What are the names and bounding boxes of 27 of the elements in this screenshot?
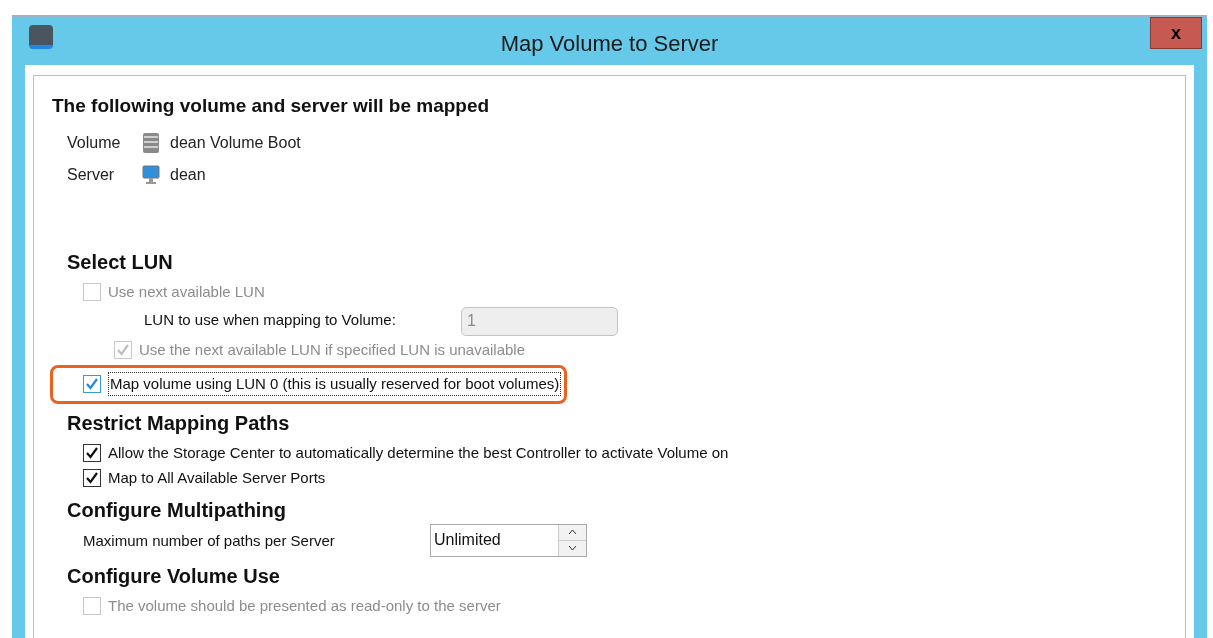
- field-label: LUN to use when mapping to Volume:: [144, 309, 397, 330]
- spinner-field[interactable]: Unlimited: [430, 523, 587, 557]
- checkbox-label: Map volume using LUN 0 (this is usually reserved for boot volumes): [108, 371, 562, 397]
- checkbox[interactable]: [83, 444, 101, 462]
- checkbox[interactable]: [83, 469, 101, 487]
- checkbox-label: The volume should be presented as read-only to the server: [108, 595, 501, 616]
- summary-heading: The following volume and server will be mapped: [52, 94, 491, 118]
- window-title: Map Volume to Server: [500, 30, 719, 58]
- field-label: Maximum number of paths per Server: [83, 530, 336, 551]
- field-label: Volume: [67, 132, 122, 153]
- section-heading: Configure Volume Use: [67, 563, 281, 589]
- checkbox-label: Use the next available LUN if specified LUN is unavailable: [139, 339, 526, 360]
- checkbox-label: Allow the Storage Center to automatically determine the best Controller to activate Volume on: [108, 442, 729, 463]
- field-label: Server: [67, 164, 116, 185]
- checkbox-label: Map to All Available Server Ports: [108, 467, 326, 488]
- spin-up-icon[interactable]: [559, 524, 586, 541]
- checkbox-label: Use next available LUN: [108, 281, 265, 302]
- disk-stack-icon: [142, 131, 160, 154]
- section-heading: Select LUN: [67, 249, 174, 275]
- section-heading: Restrict Mapping Paths: [67, 410, 291, 436]
- checkbox[interactable]: [83, 375, 101, 393]
- monitor-icon: [142, 164, 160, 185]
- app-logo-icon: [29, 25, 53, 49]
- field-value: dean: [170, 164, 206, 185]
- section-heading: Configure Multipathing: [67, 497, 287, 523]
- field-value: dean Volume Boot: [170, 132, 301, 153]
- close-button[interactable]: x: [1150, 17, 1202, 49]
